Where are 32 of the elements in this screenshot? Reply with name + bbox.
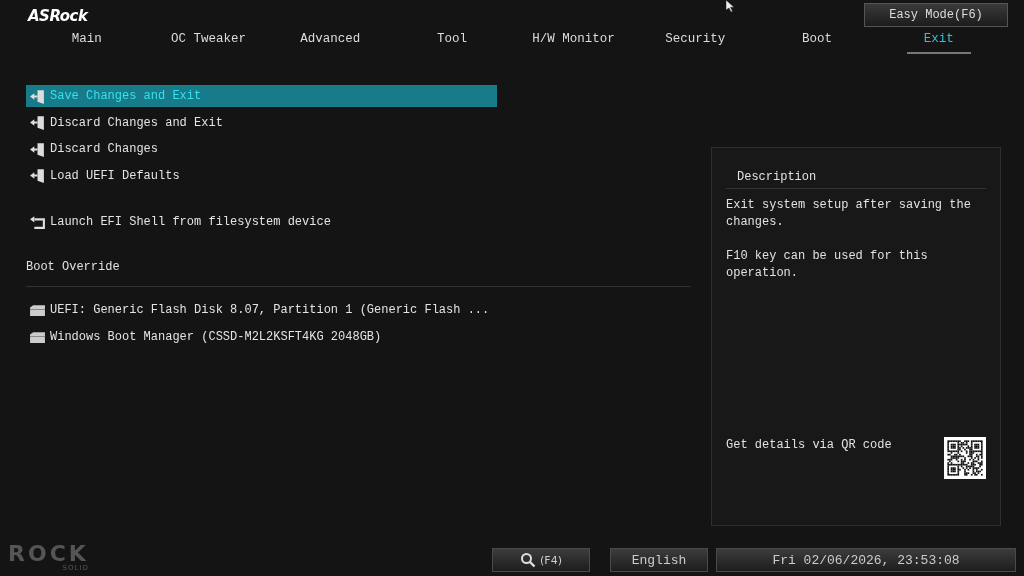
search-button[interactable]: (F4) <box>492 548 590 572</box>
menu-item[interactable]: Load UEFI Defaults <box>26 164 497 187</box>
language-button[interactable]: English <box>610 548 708 572</box>
menu-item[interactable]: Discard Changes and Exit <box>26 111 497 134</box>
exit-door-icon <box>29 167 46 185</box>
description-title: Description <box>726 148 986 189</box>
menu-item[interactable]: Launch EFI Shell from filesystem device <box>26 211 497 234</box>
exit-door-icon <box>29 87 46 105</box>
boot-device-item[interactable]: Windows Boot Manager (CSSD-M2L2KSFT4KG 2048GB) <box>26 325 497 348</box>
exit-door-icon <box>29 114 46 132</box>
menu-tab[interactable]: Tool <box>430 29 473 52</box>
mouse-pointer-icon <box>726 0 734 12</box>
menu-tab[interactable]: Security <box>659 29 732 52</box>
menu-tab[interactable]: Boot <box>795 29 838 52</box>
menu-tab[interactable]: OC Tweaker <box>165 29 253 52</box>
date-time: Fri 02/06/2026, 23:53:08 <box>716 548 1016 572</box>
menu-tab[interactable]: Exit <box>906 29 971 54</box>
description-text: F10 key can be used for this operation. <box>726 248 929 282</box>
menu-tab[interactable]: Main <box>65 29 108 52</box>
description-text: Exit system setup after saving the changes. <box>726 197 972 231</box>
section-title: Boot Override <box>26 259 121 276</box>
brand-logo: ROCK <box>8 543 89 565</box>
menu-tab[interactable]: H/W Monitor <box>526 29 621 52</box>
easy-mode-button[interactable]: Easy Mode(F6) <box>864 3 1008 27</box>
search-icon <box>520 552 537 568</box>
exit-door-icon <box>29 140 46 158</box>
qr-label: Get details via QR code <box>726 437 892 454</box>
menu-item[interactable]: Discard Changes <box>26 138 497 161</box>
menu-tab[interactable]: Advanced <box>294 29 367 52</box>
qr-code <box>944 437 986 479</box>
boot-device-item[interactable]: UEFI: Generic Flash Disk 8.07, Partition 1 (Generic Flash ... <box>26 298 497 321</box>
brand-logo: ASRock <box>28 7 88 25</box>
